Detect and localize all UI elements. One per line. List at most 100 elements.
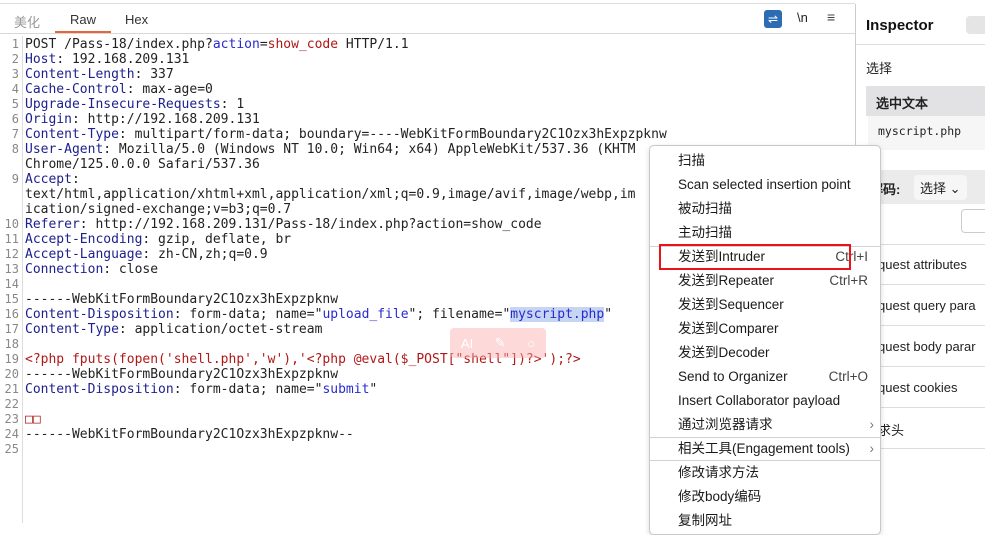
code-text: Host: 192.168.209.131 xyxy=(25,52,189,67)
show-newlines-button[interactable]: \n xyxy=(797,10,808,25)
menu-item[interactable]: 扫描 xyxy=(650,149,880,173)
code-text: Referer: http://192.168.209.131/Pass-18/… xyxy=(25,217,542,232)
code-text: Origin: http://192.168.209.131 xyxy=(25,112,260,127)
code-text: Chrome/125.0.0.0 Safari/537.36 xyxy=(25,157,260,172)
code-token: action xyxy=(212,37,260,52)
code-text: ication/signed-exchange;v=b3;q=0.7 xyxy=(25,202,291,217)
selection-label: 选择 xyxy=(866,61,893,76)
code-token: : max-age=0 xyxy=(126,82,213,97)
line-number: 9 xyxy=(11,172,19,186)
code-token: Upgrade-Insecure-Requests xyxy=(25,97,221,112)
wrap-lines-icon[interactable]: ⇌ xyxy=(764,10,782,28)
line-number: 10 xyxy=(4,217,19,231)
code-token: : gzip, deflate, br xyxy=(142,232,292,247)
code-token: ication/signed-exchange;v=b3;q=0.7 xyxy=(25,202,292,217)
menu-item[interactable]: 发送到Comparer xyxy=(650,317,880,341)
section-request-cookies[interactable]: quest cookies xyxy=(878,380,958,395)
selected-text: myscript.php xyxy=(510,307,605,322)
menu-item-label: 发送到Comparer xyxy=(678,321,779,336)
tab-raw[interactable]: Raw xyxy=(55,12,112,33)
menu-item[interactable]: 被动扫描 xyxy=(650,197,880,221)
section-request-attributes[interactable]: quest attributes xyxy=(878,257,967,272)
layout-toggle-icon[interactable] xyxy=(966,16,985,34)
code-text: Cache-Control: max-age=0 xyxy=(25,82,213,97)
code-token: : xyxy=(71,172,80,187)
code-token: Content-Disposition xyxy=(25,382,174,397)
menu-item-label: 扫描 xyxy=(678,153,705,168)
line-number: 7 xyxy=(11,127,19,141)
search-icon[interactable]: ○ xyxy=(527,336,535,351)
code-token: Chrome/125.0.0.0 Safari/537.36 xyxy=(25,157,260,172)
selected-text-value: myscript.php xyxy=(868,116,985,150)
menu-item-label: 修改请求方法 xyxy=(678,465,759,480)
section-request-body-params[interactable]: quest body parar xyxy=(878,339,976,354)
menu-item[interactable]: 发送到Sequencer xyxy=(650,293,880,317)
menu-item[interactable]: 修改body编码 xyxy=(650,485,880,509)
menu-item-label: 修改body编码 xyxy=(678,489,762,504)
line-number: 5 xyxy=(11,97,19,111)
ai-icon[interactable]: AI xyxy=(461,336,473,351)
code-token: Origin xyxy=(25,112,72,127)
menu-item-label: 被动扫描 xyxy=(678,201,732,216)
line-number: 4 xyxy=(11,82,19,96)
code-token: : Mozilla/5.0 (Windows NT 10.0; Win64; x… xyxy=(103,142,636,157)
line-number: 11 xyxy=(4,232,19,246)
code-token: "; filename=" xyxy=(408,307,511,322)
code-token: : 337 xyxy=(134,67,174,82)
menu-item[interactable]: 主动扫描 xyxy=(650,221,880,245)
top-divider xyxy=(0,3,855,4)
code-token: = xyxy=(259,37,268,52)
tab-pretty[interactable]: 美化 xyxy=(14,12,40,31)
hamburger-icon[interactable]: ≡ xyxy=(827,9,835,25)
code-token: : http://192.168.209.131 xyxy=(71,112,260,127)
magic-wand-icon[interactable]: ✎ xyxy=(495,335,506,351)
code-token: : close xyxy=(103,262,159,277)
line-number: 22 xyxy=(4,397,19,411)
code-token: : 192.168.209.131 xyxy=(56,52,190,67)
line-number: 1 xyxy=(11,37,19,51)
section-request-query-params[interactable]: quest query para xyxy=(878,298,976,313)
code-text: User-Agent: Mozilla/5.0 (Windows NT 10.0… xyxy=(25,142,636,157)
decode-select-value: 选择 xyxy=(920,181,947,196)
gutter-divider xyxy=(22,36,23,523)
selected-text-header[interactable]: 选中文本 xyxy=(866,86,985,116)
decode-input[interactable] xyxy=(961,209,985,233)
menu-item[interactable]: Insert Collaborator payload xyxy=(650,389,880,413)
code-text: ------WebKitFormBoundary2C1Ozx3hExpzpknw… xyxy=(25,427,354,442)
menu-item[interactable]: 相关工具(Engagement tools) › xyxy=(650,437,880,461)
code-token: : 1 xyxy=(220,97,245,112)
code-text: POST /Pass-18/index.php?action=show_code… xyxy=(25,37,409,52)
code-token: Cache-Control xyxy=(25,82,127,97)
chevron-right-icon: › xyxy=(869,441,875,456)
code-token: □□ xyxy=(25,412,41,427)
code-token: Referer xyxy=(25,217,80,232)
line-number: 16 xyxy=(4,307,19,321)
menu-item[interactable]: 发送到Decoder xyxy=(650,341,880,365)
highlight-box xyxy=(659,244,851,270)
line-number: 20 xyxy=(4,367,19,381)
menu-item[interactable]: Send to Organizer Ctrl+O xyxy=(650,365,880,389)
tab-hex[interactable]: Hex xyxy=(125,12,148,27)
menu-item[interactable]: 修改请求方法 xyxy=(650,461,880,485)
menu-item[interactable]: 发送到Repeater Ctrl+R xyxy=(650,269,880,293)
menu-item-label: 发送到Repeater xyxy=(678,273,775,288)
menu-item-label: Scan selected insertion point xyxy=(678,177,851,192)
code-text: Connection: close xyxy=(25,262,158,277)
chevron-down-icon: ⌄ xyxy=(949,181,961,196)
line-number: 15 xyxy=(4,292,19,306)
ai-toolbar[interactable]: AI ✎ ○ xyxy=(450,328,546,358)
code-token: : http://192.168.209.131/Pass-18/index.p… xyxy=(79,217,542,232)
code-text: text/html,application/xhtml+xml,applicat… xyxy=(25,187,635,202)
divider xyxy=(856,44,985,45)
section-request-headers[interactable]: 求头 xyxy=(878,420,904,439)
menu-shortcut: Ctrl+O xyxy=(828,369,868,384)
code-token: : form-data; name=" xyxy=(173,307,323,322)
menu-item-label: Send to Organizer xyxy=(678,369,788,384)
menu-item[interactable]: Scan selected insertion point xyxy=(650,173,880,197)
menu-item[interactable]: 复制网址 xyxy=(650,509,880,533)
decode-select[interactable]: 选择 ⌄ xyxy=(914,175,967,200)
menu-item[interactable]: 通过浏览器请求 › xyxy=(650,413,880,437)
menu-item-label: 复制网址 xyxy=(678,513,732,528)
code-text: Accept-Language: zh-CN,zh;q=0.9 xyxy=(25,247,268,262)
line-number: 3 xyxy=(11,67,19,81)
